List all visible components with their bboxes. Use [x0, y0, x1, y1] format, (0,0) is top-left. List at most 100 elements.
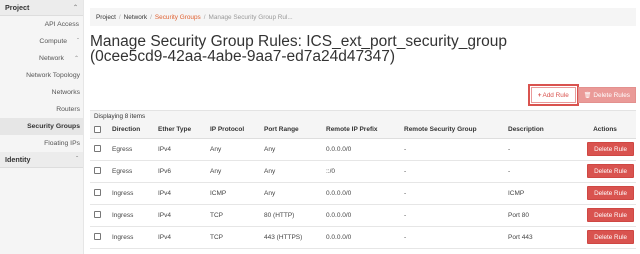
- sidebar-item-network-topology[interactable]: Network Topology: [0, 67, 83, 84]
- sidebar-item-api-access[interactable]: API Access: [0, 16, 83, 33]
- cell-direction: Egress: [108, 138, 154, 161]
- cell-description: Port 80: [504, 204, 574, 227]
- page-title-line1: Manage Security Group Rules: ICS_ext_por…: [90, 33, 507, 50]
- sidebar-item-routers[interactable]: Routers: [0, 101, 83, 118]
- cell-description: Port 443: [504, 226, 574, 249]
- sidebar-item-floating-ips[interactable]: Floating IPs: [0, 135, 83, 152]
- table-row: Egress IPv6 Any Any ::/0 - - Delete Rule: [90, 160, 636, 183]
- cell-remote-security-group: -: [400, 226, 504, 249]
- breadcrumb-current: Manage Security Group Rul...: [208, 13, 293, 21]
- cell-direction: Ingress: [108, 204, 154, 227]
- sidebar-item-label: API Access: [44, 21, 79, 28]
- cell-actions: Delete Rule: [574, 204, 636, 227]
- cell-remote-ip-prefix: 0.0.0.0/0: [322, 182, 400, 205]
- breadcrumb-project[interactable]: Project: [96, 14, 116, 21]
- delete-rule-button[interactable]: Delete Rule: [587, 230, 634, 244]
- select-all-checkbox[interactable]: [94, 126, 101, 134]
- cell-ip-protocol: TCP: [206, 204, 260, 227]
- cell-remote-security-group: -: [400, 160, 504, 183]
- cell-description: -: [504, 138, 574, 161]
- sidebar-item-label: Network: [39, 55, 64, 62]
- cell-port-range: 80 (HTTP): [260, 204, 322, 227]
- sidebar-item-label: Compute: [39, 38, 67, 45]
- breadcrumb-separator: /: [150, 13, 152, 21]
- cell-ether-type: IPv6: [154, 160, 206, 183]
- sidebar-item-networks[interactable]: Networks: [0, 84, 83, 101]
- row-checkbox-cell: [90, 160, 108, 183]
- sidebar: Project ⌃ API Access Compute ˇ Network ⌃…: [0, 0, 84, 254]
- col-description[interactable]: Description: [504, 122, 574, 139]
- rules-table: Direction Ether Type IP Protocol Port Ra…: [90, 122, 636, 249]
- chevron-up-icon: ⌃: [72, 5, 78, 11]
- cell-ether-type: IPv4: [154, 182, 206, 205]
- cell-remote-ip-prefix: ::/0: [322, 160, 400, 183]
- sidebar-section-label: Identity: [5, 155, 31, 164]
- item-count: Displaying 8 items: [90, 110, 636, 122]
- col-ether-type[interactable]: Ether Type: [154, 122, 206, 139]
- cell-remote-security-group: -: [400, 182, 504, 205]
- cell-direction: Ingress: [108, 226, 154, 249]
- row-checkbox[interactable]: [94, 211, 101, 219]
- cell-port-range: Any: [260, 160, 322, 183]
- sidebar-item-label: Network Topology: [26, 72, 80, 79]
- cell-remote-ip-prefix: 0.0.0.0/0: [322, 138, 400, 161]
- sidebar-item-network[interactable]: Network ⌃: [0, 50, 83, 67]
- breadcrumb-network[interactable]: Network: [124, 14, 147, 21]
- trash-icon: 🗑: [583, 92, 592, 99]
- page-title-line2: (0cee5cd9-42aa-4abe-9aa7-ed7a24d47347): [90, 48, 396, 65]
- breadcrumb-security-groups[interactable]: Security Groups: [155, 14, 201, 21]
- breadcrumb-separator: /: [203, 13, 206, 21]
- row-checkbox[interactable]: [94, 189, 101, 197]
- page-title: Manage Security Group Rules: ICS_ext_por…: [90, 33, 550, 65]
- cell-actions: Delete Rule: [574, 138, 636, 161]
- delete-rule-button[interactable]: Delete Rule: [587, 186, 634, 200]
- sidebar-section-project[interactable]: Project ⌃: [0, 0, 83, 16]
- delete-rule-button[interactable]: Delete Rule: [587, 208, 634, 222]
- cell-remote-ip-prefix: 0.0.0.0/0: [322, 226, 400, 249]
- cell-actions: Delete Rule: [574, 182, 636, 205]
- cell-ip-protocol: ICMP: [206, 182, 260, 205]
- table-row: Egress IPv4 Any Any 0.0.0.0/0 - - Delete…: [90, 138, 636, 161]
- delete-rule-button[interactable]: Delete Rule: [587, 142, 634, 156]
- add-rule-button[interactable]: + Add Rule: [527, 84, 579, 106]
- delete-rule-button[interactable]: Delete Rule: [587, 164, 634, 178]
- cell-ip-protocol: Any: [206, 160, 260, 183]
- col-direction[interactable]: Direction: [108, 122, 154, 139]
- cell-direction: Ingress: [108, 182, 154, 205]
- row-checkbox-cell: [90, 182, 108, 205]
- chevron-down-icon: ˇ: [77, 38, 79, 45]
- plus-icon: +: [537, 91, 542, 99]
- sidebar-section-identity[interactable]: Identity ˇ: [0, 152, 83, 168]
- row-checkbox[interactable]: [94, 233, 101, 241]
- cell-description: -: [504, 160, 574, 183]
- sidebar-item-security-groups[interactable]: Security Groups: [0, 118, 83, 135]
- cell-actions: Delete Rule: [574, 160, 636, 183]
- add-rule-label: Add Rule: [542, 91, 569, 99]
- cell-ether-type: IPv4: [154, 204, 206, 227]
- col-remote-security-group[interactable]: Remote Security Group: [400, 122, 504, 139]
- col-port-range[interactable]: Port Range: [260, 122, 322, 139]
- sidebar-item-label: Security Groups: [27, 123, 80, 130]
- col-actions: Actions: [574, 122, 636, 139]
- cell-ip-protocol: Any: [206, 138, 260, 161]
- row-checkbox-cell: [90, 226, 108, 249]
- cell-remote-security-group: -: [400, 204, 504, 227]
- delete-rules-button[interactable]: 🗑 Delete Rules: [577, 87, 636, 103]
- table-row: Ingress IPv4 ICMP Any 0.0.0.0/0 - ICMP D…: [90, 182, 636, 205]
- chevron-up-icon: ⌃: [73, 56, 79, 62]
- sidebar-item-label: Networks: [51, 89, 80, 96]
- cell-remote-ip-prefix: 0.0.0.0/0: [322, 204, 400, 227]
- row-checkbox[interactable]: [94, 145, 101, 153]
- row-checkbox-cell: [90, 204, 108, 227]
- row-checkbox[interactable]: [94, 167, 101, 175]
- cell-ether-type: IPv4: [154, 138, 206, 161]
- row-checkbox-cell: [90, 138, 108, 161]
- col-remote-ip-prefix[interactable]: Remote IP Prefix: [322, 122, 400, 139]
- rules-table-container: Displaying 8 items Direction Ether Type …: [90, 110, 636, 249]
- sidebar-item-compute[interactable]: Compute ˇ: [0, 33, 83, 50]
- col-ip-protocol[interactable]: IP Protocol: [206, 122, 260, 139]
- delete-rules-label: Delete Rules: [593, 91, 630, 99]
- sidebar-section-label: Project: [5, 3, 30, 12]
- table-row: Ingress IPv4 TCP 443 (HTTPS) 0.0.0.0/0 -…: [90, 226, 636, 249]
- cell-description: ICMP: [504, 182, 574, 205]
